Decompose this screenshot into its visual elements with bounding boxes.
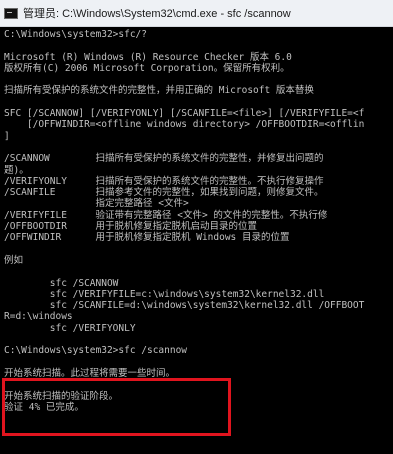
console-line: sfc /SCANNOW [4, 277, 119, 289]
console-line: /OFFBOOTDIR 用于脱机修复指定脱机启动目录的位置 [4, 221, 258, 233]
title-bar[interactable]: 管理员: C:\Windows\System32\cmd.exe - sfc /… [0, 0, 393, 27]
console-line: R=d:\windows [4, 311, 73, 323]
console-line: /VERIFYFILE 验证带有完整路径 <文件> 的文件的完整性。不执行修 [4, 209, 328, 221]
console-line: C:\Windows\system32>sfc/? [4, 29, 147, 40]
console-line: 版权所有(C) 2006 Microsoft Corporation。保留所有权… [4, 62, 290, 74]
console-line: 例如 [4, 254, 24, 266]
console-line: C:\Windows\system32>sfc /scannow [4, 345, 188, 357]
cmd-console-icon[interactable] [4, 7, 18, 19]
console-line: sfc /VERIFYONLY [4, 322, 136, 334]
console-line: [/OFFWINDIR=<offline windows directory> … [4, 119, 365, 131]
cmd-window: 管理员: C:\Windows\System32\cmd.exe - sfc /… [0, 0, 393, 454]
console-line: sfc /SCANFILE=d:\windows\system32\kernel… [4, 300, 365, 312]
console-line: 开始系统扫描。此过程将需要一些时间。 [4, 367, 176, 379]
console-line: /SCANNOW 扫描所有受保护的系统文件的完整性，并修复出问题的 [4, 153, 324, 165]
console-line: 开始系统扫描的验证阶段。 [4, 390, 119, 402]
console-line: /SCANFILE 扫描参考文件的完整性，如果找到问题，则修复文件。 [4, 187, 324, 199]
console-line: 指定完整路径 <文件> [4, 198, 189, 210]
console-line: 验证 4% 已完成。 [4, 401, 84, 413]
console-line: 扫描所有受保护的系统文件的完整性，并用正确的 Microsoft 版本替换 [4, 85, 314, 97]
console-output[interactable]: C:\Windows\system32>sfc/? Microsoft (R) … [0, 27, 393, 454]
console-line: Microsoft (R) Windows (R) Resource Check… [4, 51, 292, 63]
window-title: 管理员: C:\Windows\System32\cmd.exe - sfc /… [23, 8, 291, 20]
console-line: sfc /VERIFYFILE=c:\windows\system32\kern… [4, 288, 325, 300]
console-line: 题)。 [4, 164, 29, 176]
console-line: SFC [/SCANNOW] [/VERIFYONLY] [/SCANFILE=… [4, 108, 365, 120]
console-line: ] [4, 130, 10, 142]
console-line: /VERIFYONLY 扫描所有受保护的系统文件的完整性。不执行修复操作 [4, 175, 324, 187]
console-line: /OFFWINDIR 用于脱机修复指定脱机 Windows 目录的位置 [4, 232, 290, 244]
